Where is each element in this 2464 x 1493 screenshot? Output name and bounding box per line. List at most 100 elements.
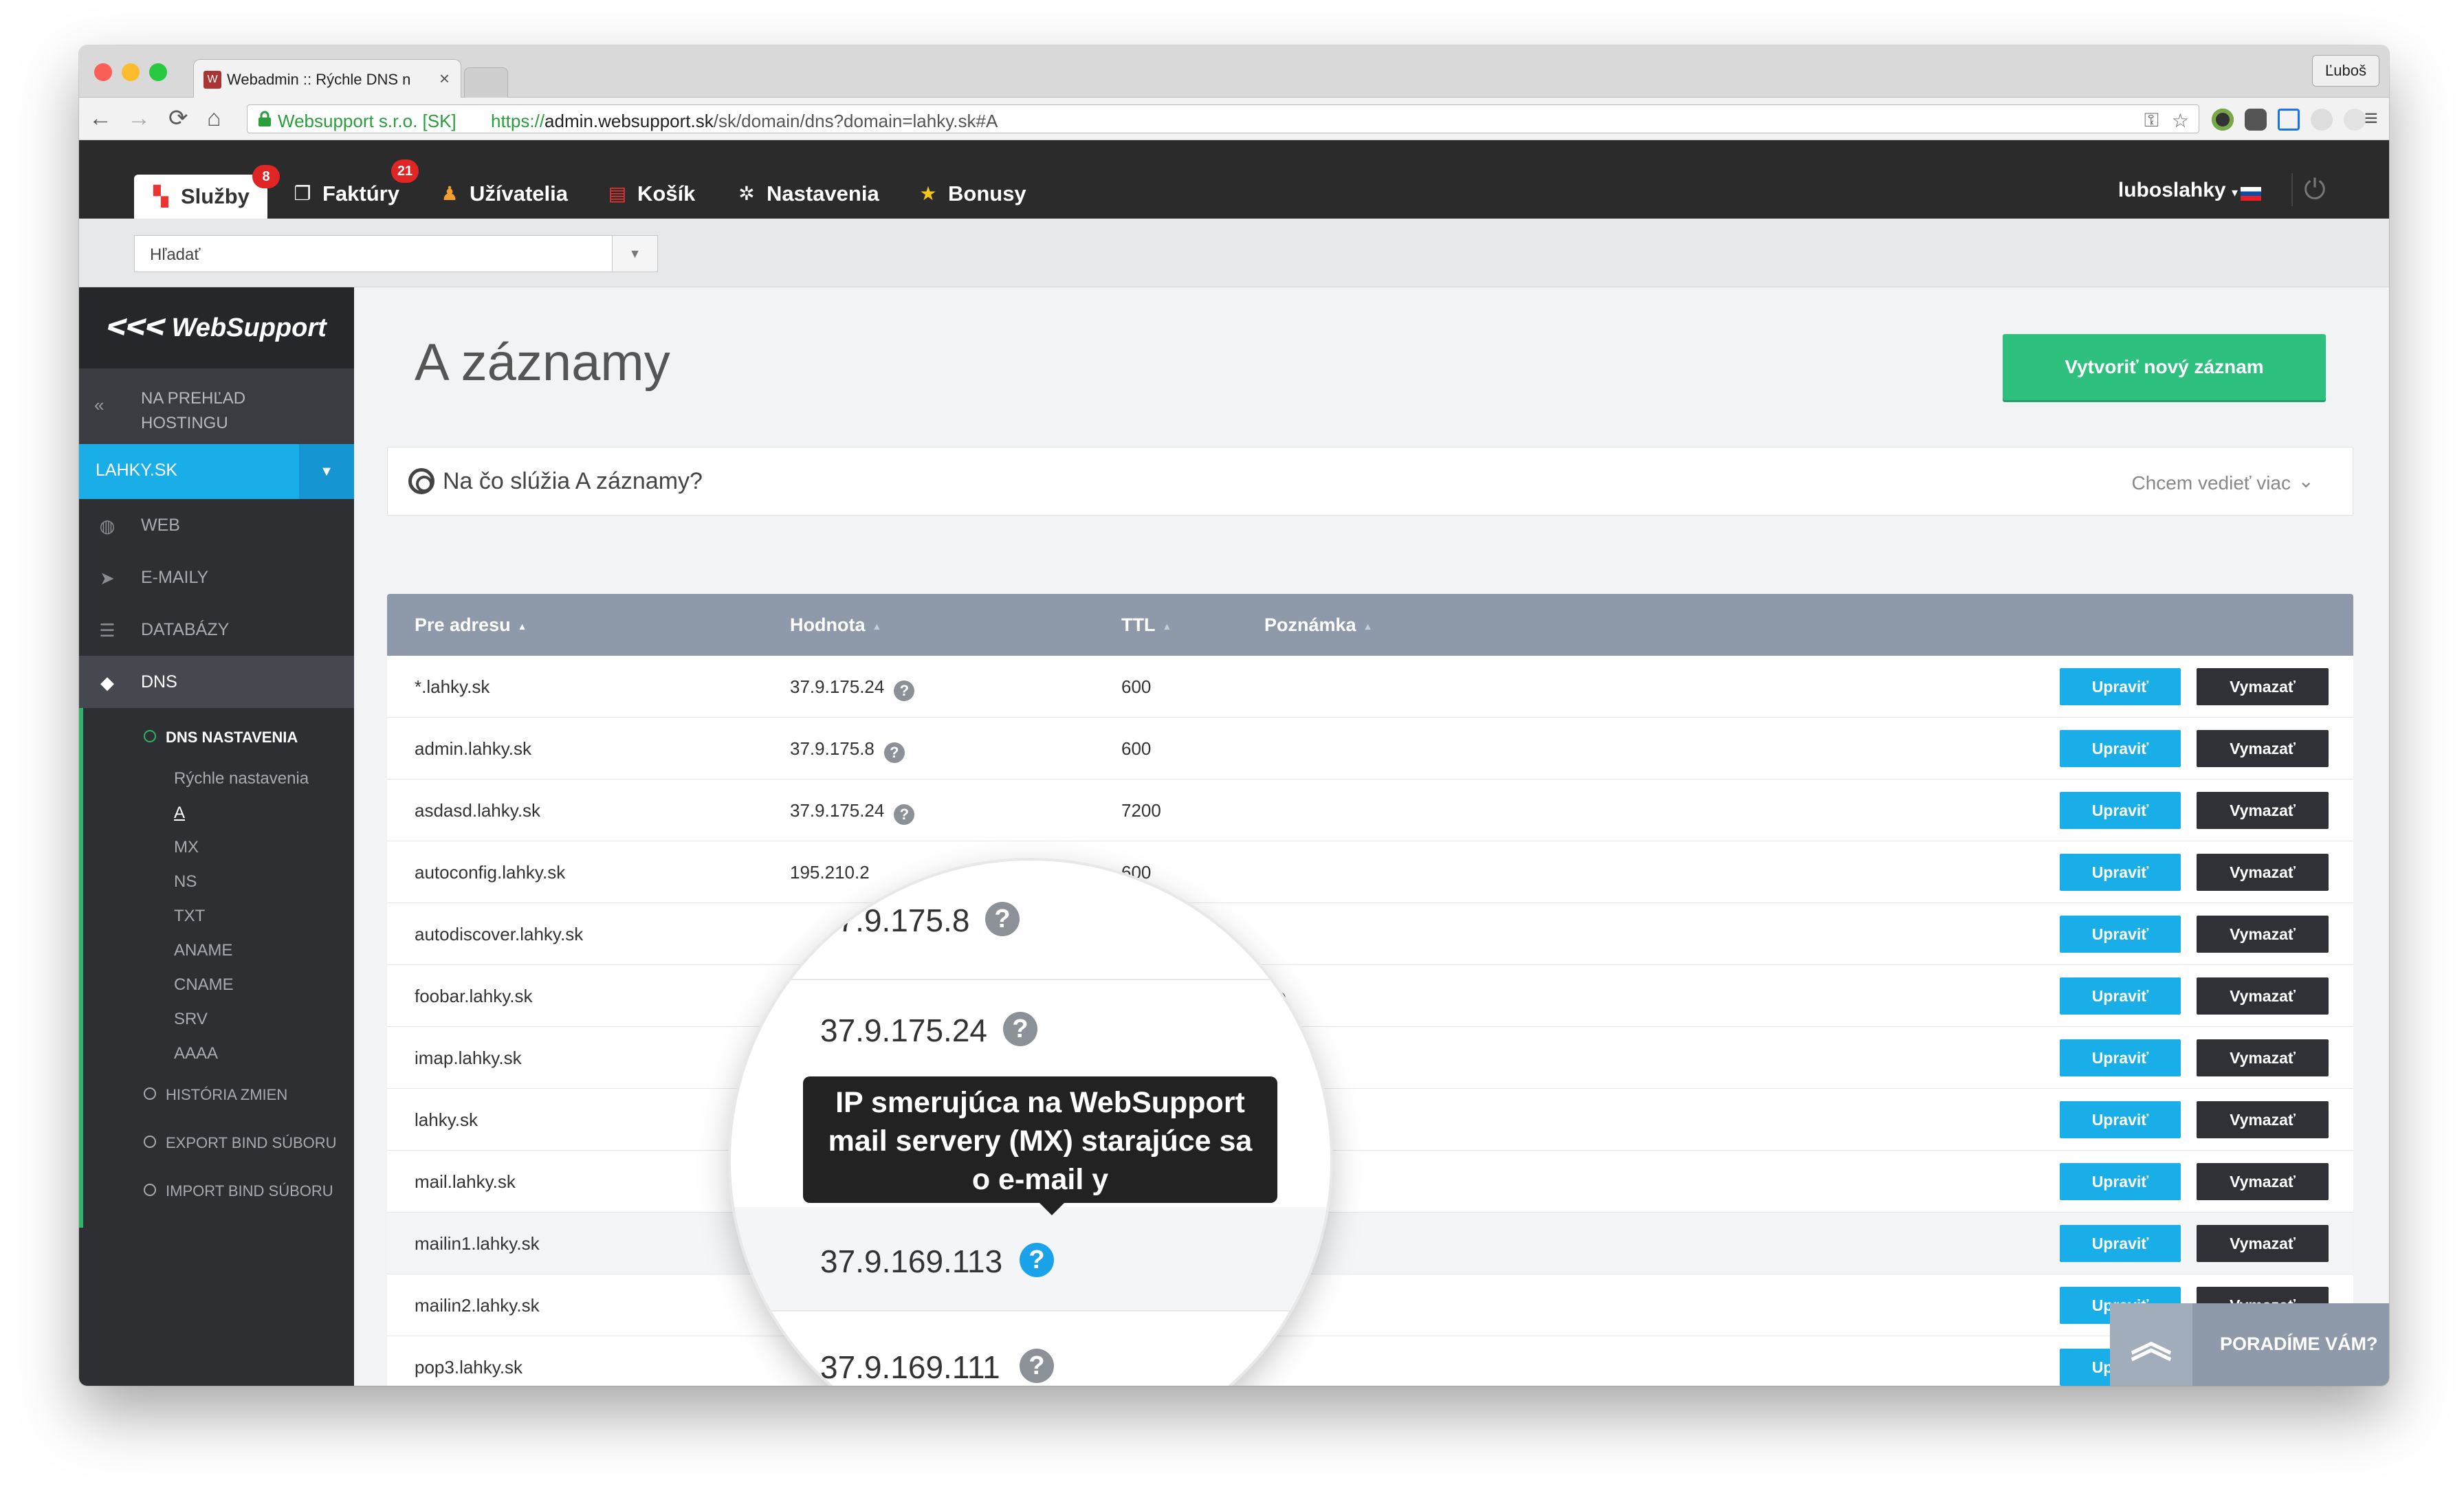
edit-button[interactable]: Upraviť	[2060, 1039, 2181, 1076]
tab-title: Webadmin :: Rýchle DNS n	[227, 71, 411, 88]
help-icon[interactable]: ?	[894, 804, 915, 825]
delete-button[interactable]: Vymazať	[2197, 668, 2329, 705]
main-content: A záznamy Vytvoriť nový záznam Na čo slú…	[354, 287, 2389, 1386]
delete-button[interactable]: Vymazať	[2197, 1163, 2329, 1200]
record-address: foobar.lahky.sk	[415, 986, 533, 1006]
flag-sk-icon[interactable]	[2241, 187, 2261, 201]
sort-address-header[interactable]: Pre adresu ▲	[415, 615, 527, 636]
delete-button[interactable]: Vymazať	[2197, 1039, 2329, 1076]
record-value: 37.9.175.8?	[790, 738, 905, 763]
delete-button[interactable]: Vymazať	[2197, 916, 2329, 953]
logo[interactable]: ᐸᐸᐸ WebSupport	[79, 287, 354, 368]
domain-selector[interactable]: LAHKY.SK ▼	[79, 444, 354, 499]
help-icon[interactable]: ?	[894, 681, 915, 701]
extension-chrome-icon[interactable]	[2212, 109, 2234, 131]
delete-button[interactable]: Vymazať	[2197, 1225, 2329, 1262]
bookmark-star-icon[interactable]: ☆	[2172, 109, 2189, 132]
edit-button[interactable]: Upraviť	[2060, 916, 2181, 953]
record-value: 37.9.175.24?	[790, 800, 915, 825]
edit-button[interactable]: Upraviť	[2060, 1163, 2181, 1200]
export-bind-link[interactable]: EXPORT BIND SÚBORU	[83, 1119, 354, 1167]
edit-button[interactable]: Upraviť	[2060, 792, 2181, 829]
pocket-icon[interactable]	[2245, 109, 2267, 131]
record-address: autoconfig.lahky.sk	[415, 862, 566, 883]
new-tab-button[interactable]	[464, 67, 508, 98]
sidebar-item-web[interactable]: ◍ WEB	[79, 499, 354, 551]
topnav-settings[interactable]: ✲ Nastavenia	[736, 169, 879, 219]
edit-button[interactable]: Upraviť	[2060, 668, 2181, 705]
search-input[interactable]: Hľadať	[134, 235, 613, 272]
dns-link-srv[interactable]: SRV	[83, 1002, 354, 1037]
dns-link-quick[interactable]: Rýchle nastavenia	[83, 762, 354, 796]
delete-button[interactable]: Vymazať	[2197, 792, 2329, 829]
menu-hamburger-icon[interactable]: ≡	[2364, 104, 2378, 132]
scroll-top-icon[interactable]: ︽	[2110, 1303, 2192, 1386]
globe-icon: ◍	[99, 516, 116, 536]
edit-button[interactable]: Upraviť	[2060, 1101, 2181, 1138]
help-icon[interactable]: ?	[985, 902, 1020, 936]
dns-link-a[interactable]: A	[83, 796, 354, 830]
evernote-icon[interactable]	[2344, 109, 2366, 131]
help-icon[interactable]: ?	[1003, 1012, 1037, 1046]
edit-button[interactable]: Upraviť	[2060, 1225, 2181, 1262]
chevron-down-icon[interactable]: ▼	[299, 444, 354, 499]
record-address: admin.lahky.sk	[415, 738, 532, 759]
reload-icon[interactable]: ⟳	[168, 104, 188, 132]
edit-button[interactable]: Upraviť	[2060, 977, 2181, 1015]
sort-note-header[interactable]: Poznámka ▲	[1264, 615, 1372, 636]
sidebar-item-dns[interactable]: ◆ DNS	[79, 656, 354, 708]
dns-link-txt[interactable]: TXT	[83, 899, 354, 933]
edit-button[interactable]: Upraviť	[2060, 730, 2181, 767]
edit-button[interactable]: Upraviť	[2060, 854, 2181, 891]
help-icon[interactable]: ?	[1020, 1349, 1054, 1383]
browser-tab[interactable]: W Webadmin :: Rýchle DNS n ×	[193, 59, 461, 98]
dns-link-ns[interactable]: NS	[83, 865, 354, 899]
info-panel[interactable]: Na čo slúžia A záznamy? Chcem vedieť via…	[387, 447, 2353, 516]
dns-link-mx[interactable]: MX	[83, 830, 354, 865]
sort-value-header[interactable]: Hodnota ▲	[790, 615, 881, 636]
extension-m-icon[interactable]	[2311, 109, 2333, 131]
address-bar[interactable]: Websupport s.r.o. [SK] https://admin.web…	[247, 104, 2199, 133]
magnified-divider	[731, 1310, 1330, 1312]
dns-link-aname[interactable]: ANAME	[83, 933, 354, 968]
home-icon[interactable]: ⌂	[207, 104, 221, 132]
topnav-cart[interactable]: ▤ Košík	[607, 169, 696, 219]
dns-link-cname[interactable]: CNAME	[83, 968, 354, 1002]
search-dropdown-button[interactable]: ▼	[613, 235, 658, 272]
tab-close-icon[interactable]: ×	[439, 68, 450, 89]
learn-more-link[interactable]: Chcem vedieť viac	[2132, 472, 2291, 494]
dns-link-aaaa[interactable]: AAAA	[83, 1037, 354, 1071]
topnav-invoices[interactable]: ❐ Faktúry	[292, 169, 399, 219]
delete-button[interactable]: Vymazať	[2197, 854, 2329, 891]
back-to-hosting[interactable]: « NA PREHĽAD HOSTINGU	[79, 368, 354, 444]
dns-settings-heading[interactable]: DNS NASTAVENIA	[83, 719, 354, 756]
sort-ttl-header[interactable]: TTL ▲	[1121, 615, 1172, 636]
sidebar-item-databases[interactable]: ☰ DATABÁZY	[79, 604, 354, 656]
power-icon[interactable]: ⏻	[2298, 173, 2331, 206]
topnav-users[interactable]: ♟ Užívatelia	[439, 169, 568, 219]
delete-button[interactable]: Vymazať	[2197, 977, 2329, 1015]
user-menu[interactable]: luboslahky ▾	[2118, 179, 2238, 202]
key-icon[interactable]: ⚿	[2144, 109, 2159, 132]
chevron-down-icon[interactable]: ⌄	[2298, 469, 2314, 492]
close-window-button[interactable]	[94, 63, 112, 81]
help-widget[interactable]: ︽ PORADÍME VÁM?	[2110, 1303, 2389, 1386]
help-icon-active[interactable]: ?	[1020, 1243, 1054, 1277]
delete-button[interactable]: Vymazať	[2197, 730, 2329, 767]
zoom-window-button[interactable]	[149, 63, 167, 81]
profile-button[interactable]: Ľuboš	[2312, 55, 2379, 87]
import-bind-link[interactable]: IMPORT BIND SÚBORU	[83, 1167, 354, 1215]
screenshot-icon[interactable]	[2278, 109, 2300, 131]
topnav-services[interactable]: ▚ Služby	[134, 175, 267, 219]
forward-arrow-icon[interactable]: →	[127, 104, 151, 132]
table-row: pop3.lahky.sk600UpraviťVymazať	[387, 1336, 2353, 1386]
create-record-button[interactable]: Vytvoriť nový záznam	[2003, 334, 2326, 400]
history-link[interactable]: HISTÓRIA ZMIEN	[83, 1071, 354, 1119]
delete-button[interactable]: Vymazať	[2197, 1101, 2329, 1138]
topnav-bonuses[interactable]: ★ Bonusy	[918, 169, 1026, 219]
back-arrow-icon[interactable]: ←	[89, 104, 112, 132]
sidebar-item-emails[interactable]: ➤ E-MAILY	[79, 551, 354, 604]
table-row: imap.lahky.sk Upraviť Vymazať	[387, 1027, 2353, 1089]
minimize-window-button[interactable]	[122, 63, 140, 81]
help-icon[interactable]: ?	[883, 742, 905, 763]
